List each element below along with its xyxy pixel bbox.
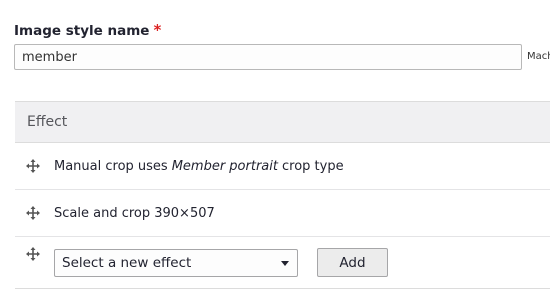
image-style-name-label: Image style name * [14,21,161,39]
effect-summary: Manual crop uses Member portrait crop type [54,159,344,174]
new-effect-row: Select a new effect Add [15,237,550,289]
add-effect-button[interactable]: Add [317,248,388,277]
new-effect-select[interactable]: Select a new effect [54,248,298,277]
effects-table: Effect Manual crop uses Member portrait cr… [15,101,550,289]
effect-row: Scale and crop 390×507 [15,190,550,237]
required-marker: * [153,21,162,39]
chevron-down-icon [281,260,289,266]
effect-text-suffix: crop type [281,158,344,174]
effect-text-prefix: Manual crop uses [54,158,168,174]
effect-column-header: Effect [27,114,68,130]
machine-name-text: Mach [527,51,550,62]
crop-type-name: Member portrait [171,158,278,174]
effect-summary: Scale and crop 390×507 [54,205,215,221]
drag-handle-icon[interactable] [26,206,40,220]
new-effect-select-value: Select a new effect [62,254,192,271]
label-text: Image style name [14,23,150,39]
effects-table-header: Effect [15,101,550,143]
drag-handle-icon[interactable] [26,247,40,261]
drag-handle-icon[interactable] [26,159,40,173]
image-style-name-input[interactable] [14,44,522,70]
effect-row: Manual crop uses Member portrait crop type [15,143,550,190]
